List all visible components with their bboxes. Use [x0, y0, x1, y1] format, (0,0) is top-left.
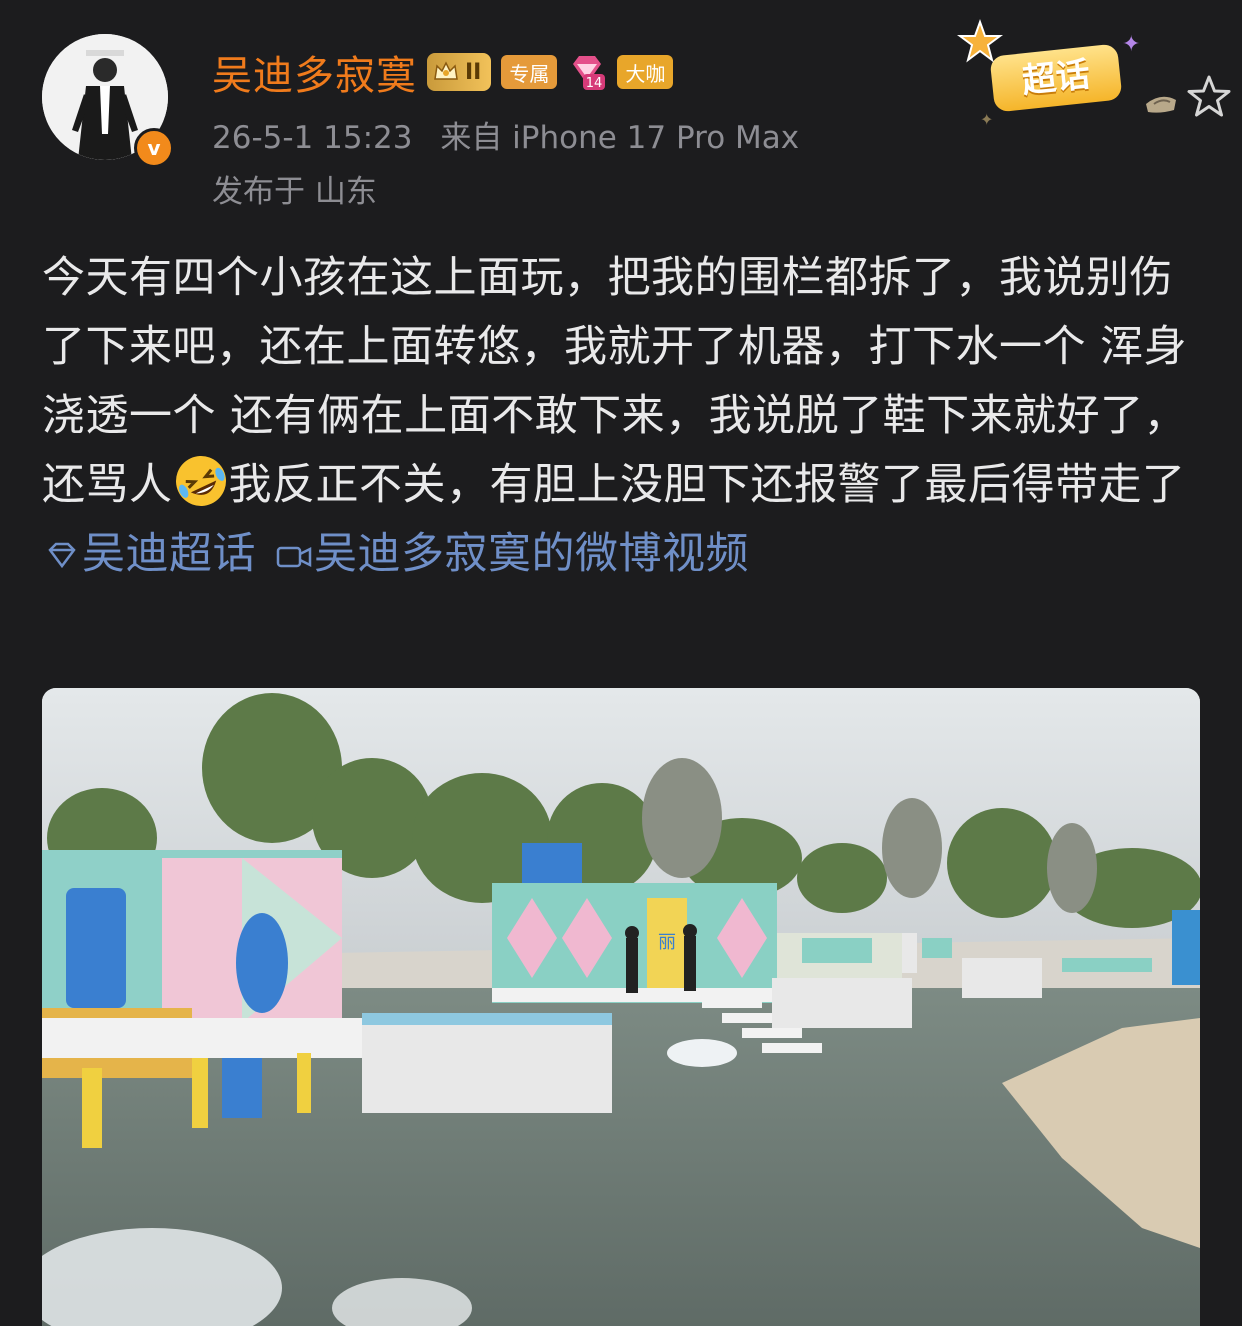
- post-time: 26-5-1 15:23: [212, 120, 413, 156]
- username[interactable]: 吴迪多寂寞: [212, 43, 417, 101]
- post-source[interactable]: 来自 iPhone 17 Pro Max: [440, 120, 799, 156]
- post-text-part2: 我反正不关，有胆上没胆下还报警了最后得带走了: [228, 460, 1186, 510]
- post-photo[interactable]: 丽: [42, 688, 1200, 1326]
- crown-icon: [434, 61, 458, 80]
- star-wand-icon: [957, 19, 1003, 63]
- diamond-outline-icon: [48, 542, 76, 569]
- diamond-icon: 14: [573, 56, 606, 91]
- topic-link[interactable]: 吴迪超话: [42, 529, 256, 579]
- post-header: v 吴迪多寂寞 II 专属 14 大咖 26-5-1 15:23 来自 iPho…: [42, 19, 1231, 212]
- post-location: 发布于 山东: [212, 174, 377, 210]
- level-badge-label: II: [465, 59, 482, 85]
- sign-text: 丽: [658, 932, 676, 953]
- level-badge[interactable]: II: [427, 53, 492, 91]
- video-label: 吴迪多寂寞的微博视频: [314, 529, 749, 579]
- verified-badge: v: [134, 128, 174, 168]
- rolling-laughing-emoji-icon: [175, 456, 226, 506]
- chaohua-button[interactable]: 超话: [989, 43, 1123, 113]
- post-text: 今天有四个小孩在这上面玩，把我的围栏都拆了，我说别伤了下来吧，还在上面转悠，我就…: [42, 244, 1202, 589]
- water-park-photo-icon: 丽: [42, 688, 1200, 1326]
- name-row: 吴迪多寂寞 II 专属 14 大咖: [212, 42, 674, 102]
- role-badge[interactable]: 大咖: [617, 55, 674, 89]
- topic-label: 吴迪超话: [82, 529, 256, 579]
- favorite-star-icon[interactable]: [1184, 72, 1234, 122]
- post-meta: 26-5-1 15:23 来自 iPhone 17 Pro Max: [212, 112, 799, 157]
- hat-icon[interactable]: [1142, 82, 1180, 120]
- header-actions: 超话 ✦ ✦: [952, 19, 1231, 142]
- video-icon: [276, 546, 312, 568]
- sparkle-icon: ✦: [980, 110, 994, 129]
- sparkle-icon: ✦: [1122, 32, 1141, 57]
- fan-level-badge[interactable]: 14: [567, 52, 607, 92]
- fan-level-number: 14: [586, 76, 603, 91]
- video-link[interactable]: 吴迪多寂寞的微博视频: [274, 529, 749, 579]
- exclusive-badge[interactable]: 专属: [501, 55, 558, 89]
